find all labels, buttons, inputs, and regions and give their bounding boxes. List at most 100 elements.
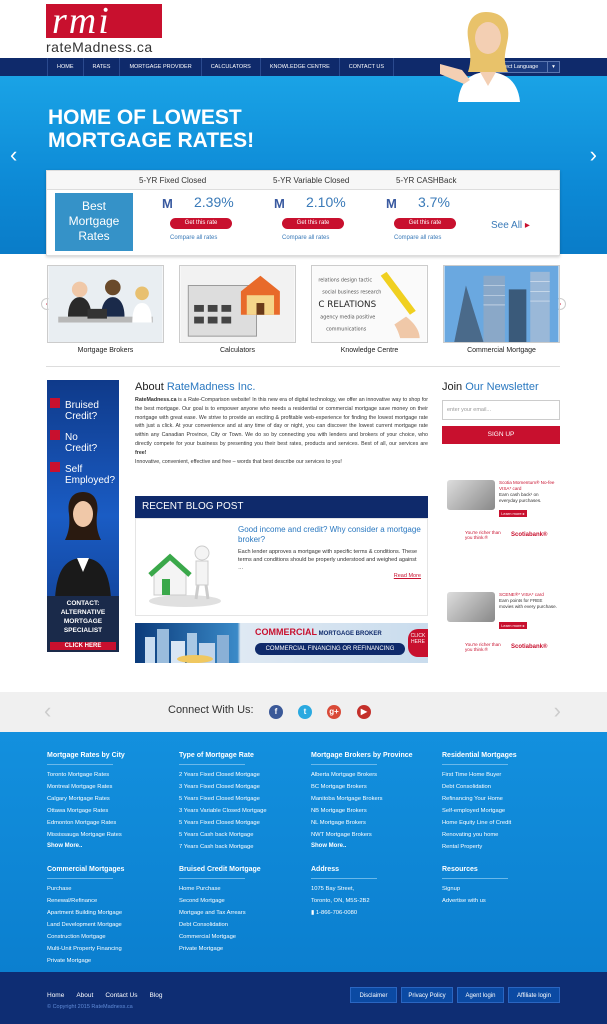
nav-rates[interactable]: RATES: [84, 58, 121, 76]
footer-link[interactable]: Calgary Mortgage Rates: [47, 793, 177, 805]
show-more-link[interactable]: Show More..: [311, 841, 441, 851]
tile-commercial-mortgage[interactable]: Commercial Mortgage: [443, 265, 560, 354]
footer-link[interactable]: 3 Years Variable Closed Mortgage: [179, 805, 309, 817]
compare-rates-cashback-link[interactable]: Compare all rates: [394, 235, 441, 241]
footer-link[interactable]: Home Purchase: [179, 883, 309, 895]
footer-link[interactable]: Advertise with us: [442, 895, 572, 907]
hero-prev-arrow-icon[interactable]: ‹: [10, 142, 17, 168]
bottom-link-blog[interactable]: Blog: [150, 992, 163, 999]
footer-link[interactable]: Debt Consolidation: [179, 919, 309, 931]
get-rate-variable-button[interactable]: Get this rate: [282, 218, 344, 229]
rate-value-variable: 2.10%: [306, 194, 346, 210]
best-rates-label: Best Mortgage Rates: [55, 193, 133, 251]
footer-link[interactable]: Second Mortgage: [179, 895, 309, 907]
newsletter-email-input[interactable]: enter your email...: [442, 400, 560, 420]
footer-link[interactable]: Signup: [442, 883, 572, 895]
commercial-banner-click-button[interactable]: CLICK HERE: [408, 629, 428, 657]
youtube-icon[interactable]: ▶: [357, 705, 371, 719]
facebook-icon[interactable]: f: [269, 705, 283, 719]
footer-link[interactable]: Montreal Mortgage Rates: [47, 781, 177, 793]
commercial-mortgage-banner[interactable]: COMMERCIAL MORTGAGE BROKER COMMERCIAL FI…: [135, 623, 428, 663]
googleplus-icon[interactable]: g+: [327, 705, 341, 719]
compare-rates-fixed-link[interactable]: Compare all rates: [170, 235, 217, 241]
bottom-link-home[interactable]: Home: [47, 992, 64, 999]
svg-text:social business research: social business research: [322, 289, 381, 295]
footer-link[interactable]: Toronto Mortgage Rates: [47, 769, 177, 781]
footer-link[interactable]: Refinancing Your Home: [442, 793, 572, 805]
rate-card-fixed: M 2.39% Get this rate Compare all rates: [162, 194, 267, 254]
get-rate-fixed-button[interactable]: Get this rate: [170, 218, 232, 229]
bottom-link-about[interactable]: About: [76, 992, 93, 999]
prev-arrow-icon[interactable]: ‹: [44, 698, 51, 724]
connect-label: Connect With Us:: [168, 704, 254, 716]
footer-link[interactable]: Renewal/Refinance: [47, 895, 177, 907]
tile-mortgage-brokers[interactable]: Mortgage Brokers: [47, 265, 164, 354]
newsletter-signup-button[interactable]: SIGN UP: [442, 426, 560, 444]
footer-link[interactable]: Private Mortgage: [47, 955, 177, 967]
ad-learn-more-button[interactable]: Learn more ▸: [499, 622, 527, 629]
nav-calculators[interactable]: CALCULATORS: [202, 58, 261, 76]
footer-link[interactable]: Private Mortgage: [179, 943, 309, 955]
show-more-link[interactable]: Show More..: [47, 841, 177, 851]
footer-link[interactable]: 5 Years Fixed Closed Mortgage: [179, 817, 309, 829]
footer-link[interactable]: Purchase: [47, 883, 177, 895]
footer-link[interactable]: Debt Consolidation: [442, 781, 572, 793]
get-rate-cashback-button[interactable]: Get this rate: [394, 218, 456, 229]
svg-text:agency media positive: agency media positive: [320, 315, 375, 321]
hero-next-arrow-icon[interactable]: ›: [590, 142, 597, 168]
footer-link[interactable]: Alberta Mortgage Brokers: [311, 769, 441, 781]
see-all-rates-link[interactable]: See All ▸: [491, 220, 530, 231]
disclaimer-button[interactable]: Disclaimer: [350, 987, 397, 1003]
tile-label: Mortgage Brokers: [77, 347, 134, 354]
banner-click-here-button[interactable]: CLICK HERE: [50, 642, 116, 650]
alternative-mortgage-banner[interactable]: Bruised Credit? No Credit? Self Employed? C…: [47, 380, 119, 652]
footer-link[interactable]: Construction Mortgage: [47, 931, 177, 943]
footer-link[interactable]: NL Mortgage Brokers: [311, 817, 441, 829]
footer-link[interactable]: NWT Mortgage Brokers: [311, 829, 441, 841]
footer-link[interactable]: Manitoba Mortgage Brokers: [311, 793, 441, 805]
rates-header-row: 5-YR Fixed Closed 5-YR Variable Closed 5…: [47, 171, 559, 190]
ad-learn-more-button[interactable]: Learn more ▸: [499, 510, 527, 517]
footer-link[interactable]: Apartment Building Mortgage: [47, 907, 177, 919]
footer-link[interactable]: Commercial Mortgage: [179, 931, 309, 943]
agent-login-button[interactable]: Agent login: [457, 987, 504, 1003]
affiliate-login-button[interactable]: Affiliate login: [508, 987, 560, 1003]
footer-link[interactable]: 5 Years Cash back Mortgage: [179, 829, 309, 841]
compare-rates-variable-link[interactable]: Compare all rates: [282, 235, 329, 241]
twitter-icon[interactable]: t: [298, 705, 312, 719]
footer-link[interactable]: Multi-Unit Property Financing: [47, 943, 177, 955]
rate-card-variable: M 2.10% Get this rate Compare all rates: [274, 194, 379, 254]
tile-knowledge-centre[interactable]: relations design tactic social business r…: [311, 265, 428, 354]
footer-link[interactable]: First Time Home Buyer: [442, 769, 572, 781]
footer-link[interactable]: 2 Years Fixed Closed Mortgage: [179, 769, 309, 781]
nav-contact-us[interactable]: CONTACT US: [340, 58, 394, 76]
privacy-policy-button[interactable]: Privacy Policy: [401, 987, 453, 1003]
footer-link[interactable]: Self-employed Mortgage: [442, 805, 572, 817]
footer-link[interactable]: Rental Property: [442, 841, 572, 853]
nav-mortgage-provider[interactable]: MORTGAGE PROVIDER: [120, 58, 202, 76]
footer-link[interactable]: 5 Years Fixed Closed Mortgage: [179, 793, 309, 805]
tile-calculators[interactable]: Calculators: [179, 265, 296, 354]
banner-line-1: ALTERNATIVE: [60, 609, 106, 616]
read-more-link[interactable]: Read More: [394, 573, 421, 579]
site-logo[interactable]: rmi rateMadness.ca: [46, 1, 162, 55]
footer-link[interactable]: Renovating you home: [442, 829, 572, 841]
footer-link[interactable]: Mortgage and Tax Arrears: [179, 907, 309, 919]
scotia-momentum-ad[interactable]: Scotia Momentum® No-fee VISA* card Earn c…: [447, 480, 557, 560]
footer-link[interactable]: BC Mortgage Brokers: [311, 781, 441, 793]
next-arrow-icon[interactable]: ›: [554, 698, 561, 724]
nav-knowledge-centre[interactable]: KNOWLEDGE CENTRE: [261, 58, 340, 76]
footer-link[interactable]: Edmonton Mortgage Rates: [47, 817, 177, 829]
scene-visa-ad[interactable]: SCENE®* VISA* card Earn points for FREE m…: [447, 592, 557, 672]
footer-link[interactable]: Home Equity Line of Credit: [442, 817, 572, 829]
nav-home[interactable]: HOME: [47, 58, 84, 76]
footer-link[interactable]: Land Development Mortgage: [47, 919, 177, 931]
footer-link[interactable]: NB Mortgage Brokers: [311, 805, 441, 817]
copyright: © Copyright 2015 RateMadness.ca: [47, 1004, 133, 1010]
bottom-link-contact[interactable]: Contact Us: [105, 992, 137, 999]
footer-link[interactable]: 3 Years Fixed Closed Mortgage: [179, 781, 309, 793]
footer-link[interactable]: Ottawa Mortgage Rates: [47, 805, 177, 817]
footer-link[interactable]: 7 Years Cash back Mortgage: [179, 841, 309, 853]
footer-link[interactable]: Mississauga Mortgage Rates: [47, 829, 177, 841]
blog-post-title-link[interactable]: Good income and credit? Why consider a m…: [238, 525, 423, 545]
